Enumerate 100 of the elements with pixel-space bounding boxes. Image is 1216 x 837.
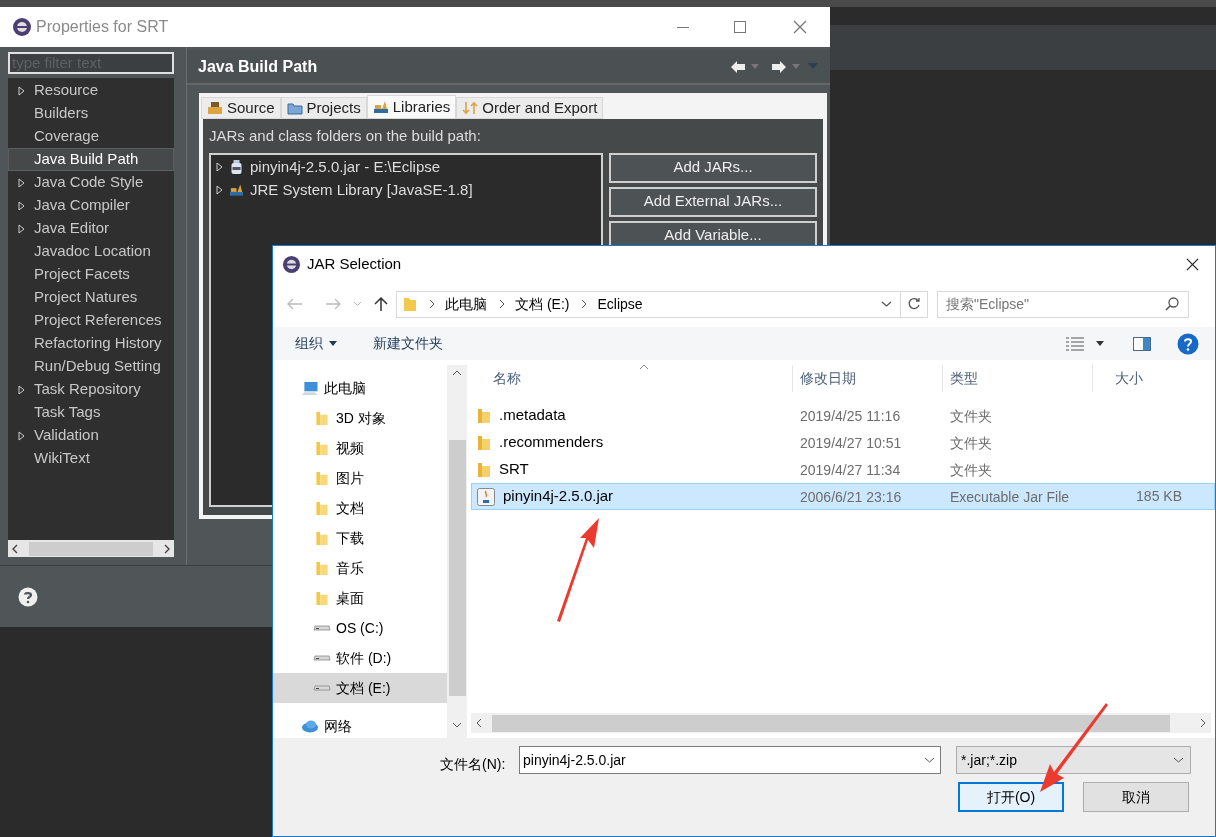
folder-icon [313,500,331,516]
expand-icon[interactable] [17,384,25,395]
file-row[interactable]: pinyin4j-2.5.0.jar 2006/6/21 23:16 Executable Jar File 185 KB [471,483,1215,510]
nav-item[interactable]: 桌面 [273,583,447,613]
nav-item[interactable]: 图片 [273,463,447,493]
help-icon[interactable] [18,586,38,607]
nav-item[interactable]: 文档 (E:) [273,673,447,703]
forward-arrow-icon[interactable] [771,59,787,74]
nav-item[interactable]: OS (C:) [273,613,447,643]
file-type: Executable Jar File [950,488,1070,505]
expand-icon[interactable] [17,177,25,188]
tree-item[interactable]: Refactoring History [8,332,174,355]
tree-item[interactable]: WikiText [8,447,174,470]
search-field[interactable]: 搜索"Eclipse" [937,290,1189,318]
sort-caret-icon[interactable] [639,364,649,370]
file-row[interactable]: SRT 2019/4/27 11:34 文件夹 [471,456,1215,483]
address-bar[interactable]: 此电脑 文档 (E:) Eclipse [396,290,928,318]
refresh-icon[interactable] [907,297,921,311]
button[interactable]: 打开(O) [958,782,1064,812]
window-title: Properties for SRT [36,17,169,37]
column-header[interactable]: 名称 [471,365,793,392]
expand-icon[interactable] [216,185,223,195]
scrollbar-thumb[interactable] [29,541,153,556]
breadcrumb-item[interactable]: 此电脑 [445,293,487,315]
breadcrumb-item[interactable]: Eclipse [597,293,643,315]
tab[interactable]: Projects [280,97,367,119]
tree-item[interactable]: Builders [8,102,174,125]
tree-item[interactable]: Project Natures [8,286,174,309]
list-item[interactable]: pinyin4j-2.5.0.jar - E:\Eclipse [211,155,601,179]
tree-item[interactable]: Java Compiler [8,194,174,217]
scroll-left-icon[interactable] [11,543,19,554]
tree-item[interactable]: Task Tags [8,401,174,424]
file-row[interactable]: .recommenders 2019/4/27 10:51 文件夹 [471,429,1215,456]
list-item[interactable]: JRE System Library [JavaSE-1.8] [211,178,601,202]
nav-item[interactable]: 音乐 [273,553,447,583]
expand-icon[interactable] [17,223,25,234]
file-name-field[interactable]: pinyin4j-2.5.0.jar [519,746,941,774]
toolbar-button[interactable]: 组织 [295,333,337,354]
horizontal-scrollbar[interactable] [8,540,174,557]
back-arrow-icon[interactable] [730,59,746,74]
tree-item[interactable]: Java Editor [8,217,174,240]
scroll-up-icon[interactable] [452,370,462,376]
chevron-right-icon[interactable] [581,299,588,309]
column-header[interactable]: 类型 [943,365,1093,392]
nav-item[interactable]: 此电脑 [273,373,447,403]
close-icon[interactable] [1186,258,1199,271]
file-row[interactable]: .metadata 2019/4/25 11:16 文件夹 [471,402,1215,429]
preview-pane-icon[interactable] [1133,336,1151,351]
chevron-right-icon[interactable] [499,299,505,309]
vertical-scrollbar[interactable] [447,365,467,738]
button[interactable]: Add JARs... [609,152,817,183]
folder-icon [477,461,491,478]
help-icon[interactable] [1177,332,1199,355]
nav-item[interactable]: 网络 [273,711,447,738]
tree-item[interactable]: Validation [8,424,174,447]
horizontal-scrollbar[interactable] [471,713,1211,733]
file-type-dropdown[interactable]: *.jar;*.zip [956,746,1191,774]
tree-item[interactable]: Task Repository [8,378,174,401]
column-header[interactable]: 大小 [1093,365,1188,392]
breadcrumb-item[interactable]: 文档 (E:) [515,293,570,315]
expand-icon[interactable] [17,85,25,96]
nav-item[interactable]: 软件 (D:) [273,643,447,673]
tab[interactable]: Source [201,97,281,119]
nav-item[interactable]: 视频 [273,433,447,463]
scrollbar-thumb[interactable] [492,714,1170,732]
nav-item[interactable]: 下载 [273,523,447,553]
tree-item[interactable]: Resource [8,79,174,102]
button[interactable]: Add External JARs... [609,186,817,217]
toolbar-button[interactable]: 新建文件夹 [373,333,443,354]
expand-icon[interactable] [17,430,25,441]
chevron-right-icon[interactable] [429,299,435,309]
tree-item[interactable]: Javadoc Location [8,240,174,263]
tree-item[interactable]: Project References [8,309,174,332]
chevron-down-icon[interactable] [1173,757,1184,763]
tab[interactable]: Libraries [366,95,457,119]
chevron-down-icon[interactable] [924,757,935,763]
tree-item[interactable]: Java Build Path [8,148,174,171]
tree-item[interactable]: Java Code Style [8,171,174,194]
expand-icon[interactable] [216,162,223,172]
tree-item[interactable]: Coverage [8,125,174,148]
expand-icon[interactable] [17,200,25,211]
chevron-down-icon[interactable] [881,301,892,307]
maximize-icon[interactable] [734,21,746,33]
scrollbar-thumb[interactable] [448,440,466,696]
button[interactable]: 取消 [1083,782,1189,812]
scroll-down-icon[interactable] [452,722,462,728]
tree-item[interactable]: Run/Debug Setting [8,355,174,378]
drive-icon [313,685,331,691]
scroll-right-icon[interactable] [163,543,171,554]
caret-icon[interactable] [1096,341,1104,346]
tree-item[interactable]: Project Facets [8,263,174,286]
scroll-left-icon[interactable] [476,718,482,728]
search-icon[interactable] [1165,296,1179,311]
package-icon [207,101,223,115]
tab[interactable]: Order and Export [456,97,604,119]
nav-item[interactable]: 文档 [273,493,447,523]
scroll-right-icon[interactable] [1200,718,1206,728]
nav-item[interactable]: 3D 对象 [273,403,447,433]
up-arrow-icon[interactable] [374,296,388,312]
column-header[interactable]: 修改日期 [793,365,943,392]
